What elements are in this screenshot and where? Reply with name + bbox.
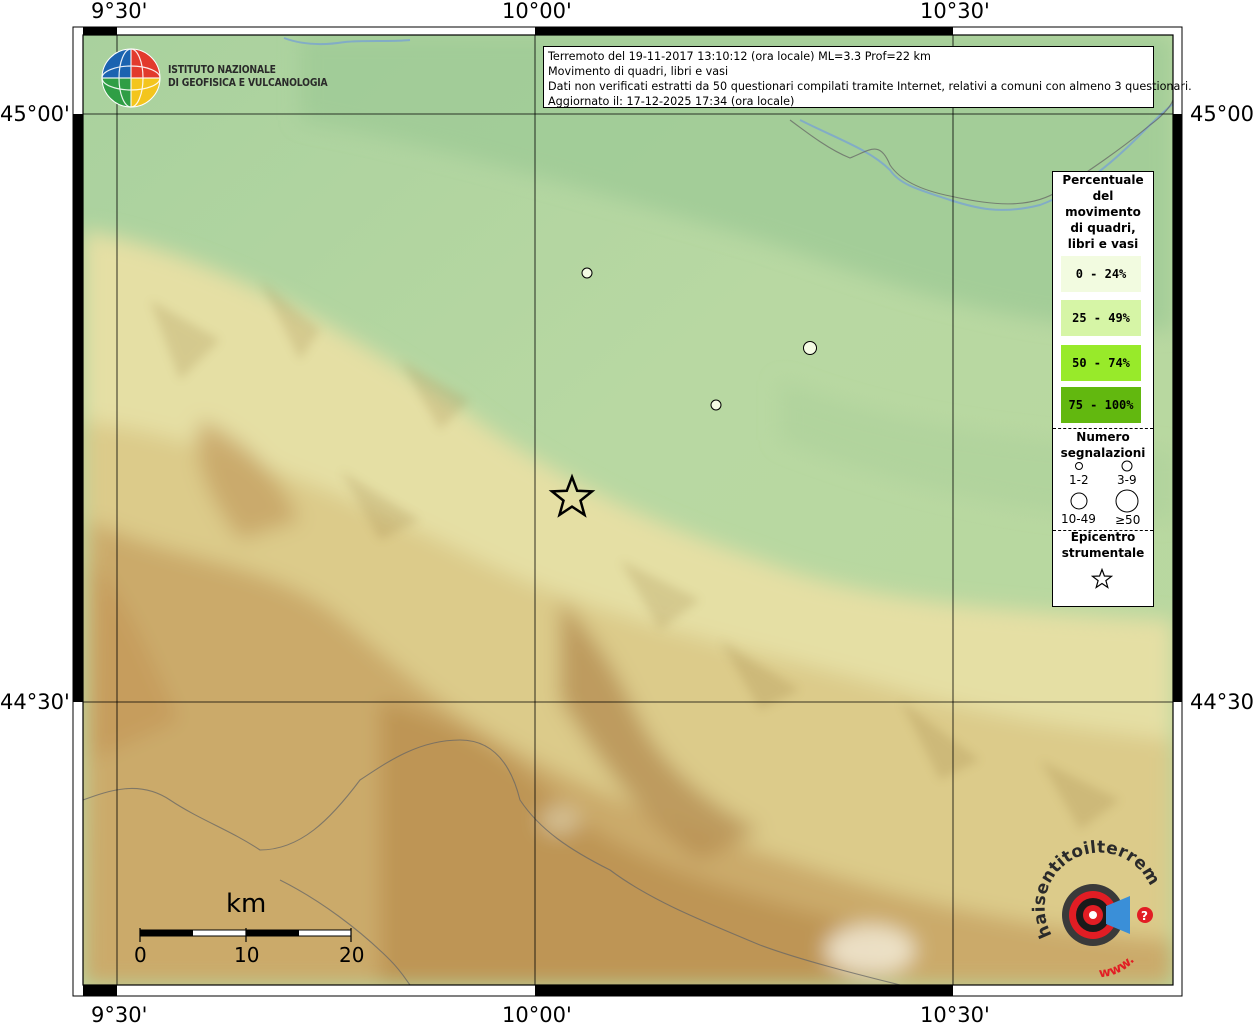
scale-label-10: 10	[234, 943, 260, 967]
legend-count-symbol-3-9	[1121, 460, 1133, 472]
legend-percent-title-2: del	[1092, 189, 1114, 203]
legend-percent-title-5: libri e vasi	[1067, 237, 1139, 251]
ingv-logo-icon	[101, 48, 161, 108]
scale-unit: km	[226, 889, 267, 919]
lon-label-bottom-930: 9°30'	[91, 1003, 148, 1027]
scale-label-0: 0	[134, 943, 147, 967]
ingv-name-line2: DI GEOFISICA E VULCANOLOGIA	[168, 77, 328, 89]
ingv-name-line1: ISTITUTO NAZIONALE	[168, 64, 276, 76]
lat-label-right-4430: 44°30'	[1190, 690, 1255, 714]
watermark-question: ?	[1141, 909, 1148, 923]
lon-label-bottom-1030: 10°30'	[920, 1003, 990, 1027]
observation-point[interactable]	[803, 341, 817, 355]
lon-label-top-1030: 10°30'	[920, 0, 990, 23]
legend-count-label-3-9: 3-9	[1117, 473, 1137, 487]
lat-label-right-4500: 45°00'	[1190, 102, 1255, 126]
event-parameter: Movimento di quadri, libri e vasi	[548, 65, 729, 78]
legend-epicenter-title-2: strumentale	[1061, 546, 1145, 560]
lat-label-left-4500: 45°00'	[0, 102, 70, 126]
observation-point[interactable]	[581, 267, 593, 279]
event-header: Terremoto del 19-11-2017 13:10:12 (ora l…	[548, 50, 931, 63]
lon-label-bottom-1000: 10°00'	[502, 1003, 572, 1027]
lat-label-left-4430: 44°30'	[0, 690, 70, 714]
lon-label-top-930: 9°30'	[91, 0, 148, 23]
event-updated: Aggiornato il: 17-12-2025 17:34 (ora loc…	[548, 95, 795, 108]
legend-class-0-24: 0 - 24%	[1061, 256, 1141, 292]
legend-class-50-74: 50 - 74%	[1061, 345, 1141, 381]
legend-percent-title-3: movimento	[1065, 205, 1141, 219]
legend: Percentuale del movimento di quadri, lib…	[1052, 171, 1154, 607]
scale-label-20: 20	[339, 943, 365, 967]
observation-point[interactable]	[710, 399, 722, 411]
terrain-layer	[83, 35, 1173, 985]
legend-count-label-1-2: 1-2	[1069, 473, 1089, 487]
legend-class-25-49: 25 - 49%	[1061, 300, 1141, 336]
legend-count-symbol-1-2	[1075, 462, 1083, 470]
legend-percent-title-1: Percentuale	[1062, 173, 1144, 187]
ingv-org-name: ISTITUTO NAZIONALE DI GEOFISICA E VULCAN…	[168, 64, 328, 90]
legend-percent-title-4: di quadri,	[1070, 221, 1136, 235]
legend-count-label-10-49: 10-49	[1061, 512, 1096, 526]
legend-star-icon	[1091, 568, 1113, 589]
legend-count-title-1: Numero	[1076, 430, 1130, 444]
legend-count-symbol-50	[1115, 489, 1139, 513]
legend-count-label-50: ≥50	[1115, 513, 1141, 527]
legend-count-symbols	[1070, 460, 1139, 513]
legend-epicenter-title-1: Epicentro	[1070, 530, 1136, 544]
legend-class-75-100: 75 - 100%	[1061, 387, 1141, 423]
event-data-note: Dati non verificati estratti da 50 quest…	[548, 80, 1192, 93]
event-info-box: Terremoto del 19-11-2017 13:10:12 (ora l…	[543, 46, 1192, 108]
lon-label-top-1000: 10°00'	[502, 0, 572, 23]
legend-count-symbol-10-49	[1070, 492, 1088, 510]
